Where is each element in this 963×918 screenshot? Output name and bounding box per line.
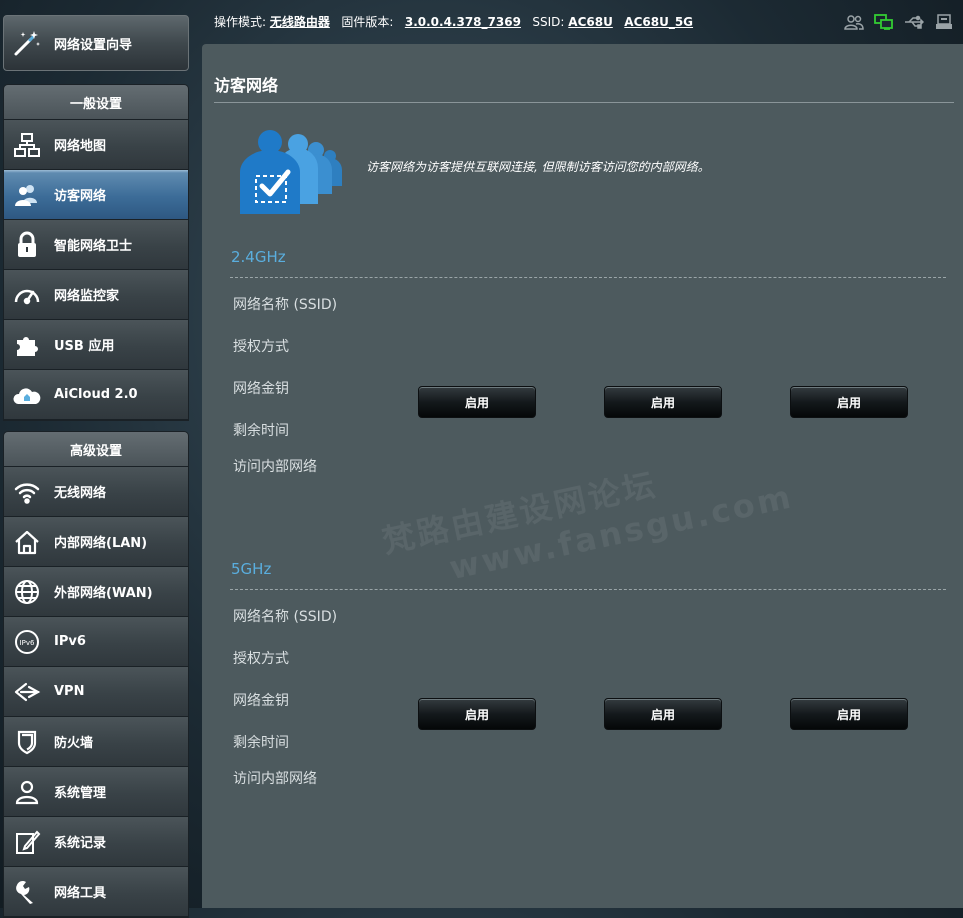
- menu-item-network-tools[interactable]: 网络工具: [4, 867, 188, 917]
- enable-guest-5ghz-2-button[interactable]: 启用: [604, 698, 722, 730]
- network-map-icon: [12, 130, 42, 160]
- printer-icon[interactable]: [933, 13, 955, 31]
- usb-icon[interactable]: [903, 13, 925, 31]
- band-5ghz-title: 5GHz: [231, 560, 272, 578]
- menu-item-lan[interactable]: 内部网络(LAN): [4, 517, 188, 567]
- lock-icon: [12, 230, 42, 260]
- status-text: 操作模式: 无线路由器 固件版本: 3.0.0.4.378_7369 SSID:…: [214, 13, 693, 30]
- menu-item-system-log[interactable]: 系统记录: [4, 817, 188, 867]
- ssid-24g-link[interactable]: AC68U: [568, 15, 613, 29]
- wifi-icon: [12, 477, 42, 507]
- wizard-label: 网络设置向导: [54, 37, 133, 53]
- menu-item-administration[interactable]: 系统管理: [4, 767, 188, 817]
- firmware-version-link[interactable]: 3.0.0.4.378_7369: [405, 15, 521, 29]
- menu-item-ipv6[interactable]: IPv6 IPv6: [4, 617, 188, 667]
- menu-item-guest-network[interactable]: 访客网络: [4, 170, 188, 220]
- ssid-field-label: 网络名称 (SSID): [233, 297, 338, 313]
- ssid-5g-link[interactable]: AC68U_5G: [624, 15, 693, 29]
- menu-label: 外部网络(WAN): [54, 586, 153, 601]
- menu-label: 系统记录: [54, 836, 107, 851]
- home-icon: [12, 527, 42, 557]
- page-description: 访客网络为访客提供互联网连接, 但限制访客访问您的内部网络。: [366, 160, 710, 174]
- sidebar: 网络设置向导 一般设置 网络地图 访客网络 智能网络卫士 网络监控家 USB 应…: [0, 0, 192, 918]
- speedometer-icon: [12, 280, 42, 310]
- menu-item-aiprotection[interactable]: 智能网络卫士: [4, 220, 188, 270]
- ssid-label: SSID:: [532, 14, 565, 29]
- menu-label: 网络监控家: [54, 289, 120, 304]
- general-settings-group: 一般设置 网络地图 访客网络 智能网络卫士 网络监控家 USB 应用 AiClo…: [3, 84, 189, 421]
- intranet-access-label: 访问内部网络: [233, 771, 317, 787]
- vpn-icon: [12, 677, 42, 707]
- menu-label: 访客网络: [54, 189, 107, 204]
- menu-item-wireless[interactable]: 无线网络: [4, 467, 188, 517]
- advanced-settings-header: 高级设置: [4, 432, 188, 467]
- status-icons: [843, 13, 955, 31]
- ssid-field-label: 网络名称 (SSID): [233, 609, 338, 625]
- user-admin-icon: [12, 777, 42, 807]
- band-5ghz-divider: [230, 589, 946, 590]
- operation-mode-label: 操作模式:: [214, 14, 267, 29]
- network-key-label: 网络金钥: [233, 693, 289, 709]
- network-status-icon[interactable]: [873, 13, 895, 31]
- advanced-settings-group: 高级设置 无线网络 内部网络(LAN) 外部网络(WAN) IPv6 IPv6: [3, 431, 189, 918]
- enable-guest-24ghz-2-button[interactable]: 启用: [604, 386, 722, 418]
- magic-wand-icon: [12, 28, 42, 58]
- menu-label: 无线网络: [54, 486, 107, 501]
- shield-icon: [12, 727, 42, 757]
- intranet-access-label: 访问内部网络: [233, 459, 317, 475]
- status-bar: 操作模式: 无线路由器 固件版本: 3.0.0.4.378_7369 SSID:…: [202, 0, 963, 42]
- puzzle-icon: [12, 330, 42, 360]
- menu-label: 网络地图: [54, 139, 107, 154]
- clients-icon[interactable]: [843, 13, 865, 31]
- menu-label: AiCloud 2.0: [54, 387, 138, 402]
- band-24ghz-divider: [230, 277, 946, 278]
- menu-label: VPN: [54, 684, 85, 699]
- menu-item-wan[interactable]: 外部网络(WAN): [4, 567, 188, 617]
- guest-network-icon: [12, 180, 42, 210]
- title-divider: [214, 102, 954, 103]
- menu-item-aicloud[interactable]: AiCloud 2.0: [4, 370, 188, 420]
- menu-item-firewall[interactable]: 防火墙: [4, 717, 188, 767]
- menu-label: 系统管理: [54, 786, 107, 801]
- band-24ghz-title: 2.4GHz: [231, 248, 286, 266]
- menu-label: 网络工具: [54, 886, 107, 901]
- enable-guest-24ghz-1-button[interactable]: 启用: [418, 386, 536, 418]
- watermark: 梵路由建设网论坛 www.fansgu.com: [378, 432, 797, 599]
- menu-item-usb-application[interactable]: USB 应用: [4, 320, 188, 370]
- enable-guest-24ghz-3-button[interactable]: 启用: [790, 386, 908, 418]
- network-key-label: 网络金钥: [233, 381, 289, 397]
- firmware-label: 固件版本:: [341, 14, 394, 29]
- ipv6-icon: IPv6: [12, 627, 42, 657]
- page-title: 访客网络: [214, 76, 279, 95]
- menu-label: 智能网络卫士: [54, 239, 133, 254]
- guest-network-hero-icon: [234, 130, 354, 216]
- menu-item-network-map[interactable]: 网络地图: [4, 120, 188, 170]
- wrench-icon: [12, 877, 42, 907]
- globe-icon: [12, 577, 42, 607]
- remaining-time-label: 剩余时间: [233, 735, 289, 751]
- auth-method-label: 授权方式: [233, 339, 289, 355]
- network-setup-wizard-button[interactable]: 网络设置向导: [3, 15, 189, 71]
- operation-mode-link[interactable]: 无线路由器: [270, 15, 330, 29]
- menu-label: 内部网络(LAN): [54, 536, 148, 551]
- enable-guest-5ghz-3-button[interactable]: 启用: [790, 698, 908, 730]
- auth-method-label: 授权方式: [233, 651, 289, 667]
- enable-guest-5ghz-1-button[interactable]: 启用: [418, 698, 536, 730]
- remaining-time-label: 剩余时间: [233, 423, 289, 439]
- menu-item-traffic-monitor[interactable]: 网络监控家: [4, 270, 188, 320]
- log-edit-icon: [12, 827, 42, 857]
- menu-label: 防火墙: [54, 736, 94, 751]
- menu-label: USB 应用: [54, 339, 115, 354]
- general-settings-header: 一般设置: [4, 85, 188, 120]
- menu-label: IPv6: [54, 634, 86, 649]
- cloud-home-icon: [12, 380, 42, 410]
- main-panel: 访客网络 访客网络为访客提供互联网连接, 但限制访客访问您的内部网络。 梵路由建…: [202, 44, 963, 908]
- svg-text:IPv6: IPv6: [20, 639, 35, 647]
- menu-item-vpn[interactable]: VPN: [4, 667, 188, 717]
